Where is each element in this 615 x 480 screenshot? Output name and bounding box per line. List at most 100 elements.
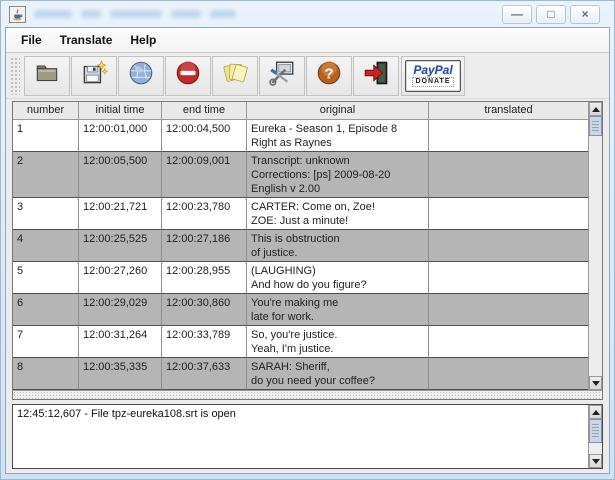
cell-translated[interactable] bbox=[429, 294, 588, 326]
scroll-down-button[interactable] bbox=[589, 454, 602, 468]
table-row[interactable]: 6 12:00:29,029 12:00:30,860 You're makin… bbox=[13, 294, 588, 326]
cell-initial-time[interactable]: 12:00:01,000 bbox=[79, 120, 162, 152]
cell-end-time[interactable]: 12:00:04,500 bbox=[162, 120, 247, 152]
cell-initial-time[interactable]: 12:00:31,264 bbox=[79, 326, 162, 358]
web-translate-button[interactable] bbox=[118, 55, 164, 96]
minimize-button[interactable]: — bbox=[502, 4, 532, 24]
paypal-logo: PayPal DONATE bbox=[405, 59, 461, 92]
cell-initial-time[interactable]: 12:00:35,335 bbox=[79, 358, 162, 390]
close-button[interactable]: × bbox=[570, 4, 600, 24]
cell-original[interactable]: So, you're justice. Yeah, I'm justice. bbox=[247, 326, 429, 358]
cell-original[interactable]: Eureka - Season 1, Episode 8 Right as Ra… bbox=[247, 120, 429, 152]
donate-text: DONATE bbox=[412, 77, 454, 87]
paypal-donate-button[interactable]: PayPal DONATE bbox=[401, 55, 465, 96]
app-window: — □ × File Translate Help ? PayPal DONAT… bbox=[0, 0, 615, 480]
cell-end-time[interactable]: 12:00:28,955 bbox=[162, 262, 247, 294]
cell-translated[interactable] bbox=[429, 198, 588, 230]
table-row[interactable]: 3 12:00:21,721 12:00:23,780 CARTER: Come… bbox=[13, 198, 588, 230]
titlebar[interactable]: — □ × bbox=[1, 1, 614, 27]
triangle-up-icon bbox=[591, 409, 600, 415]
settings-button[interactable] bbox=[259, 55, 305, 96]
table-row[interactable]: 8 12:00:35,335 12:00:37,633 SARAH: Sheri… bbox=[13, 358, 588, 390]
cell-number[interactable]: 4 bbox=[13, 230, 79, 262]
exit-door-icon bbox=[362, 59, 390, 92]
scrollbar-thumb[interactable] bbox=[589, 116, 602, 136]
status-log-text: 12:45:12,607 - File tpz-eureka108.srt is… bbox=[17, 408, 236, 420]
cell-number[interactable]: 2 bbox=[13, 152, 79, 198]
scroll-up-button[interactable] bbox=[589, 102, 602, 116]
notes-stack-icon bbox=[221, 59, 249, 92]
cell-end-time[interactable]: 12:00:23,780 bbox=[162, 198, 247, 230]
cell-initial-time[interactable]: 12:00:21,721 bbox=[79, 198, 162, 230]
col-header-initial-time[interactable]: initial time bbox=[79, 102, 162, 119]
toolbar: ? PayPal DONATE bbox=[6, 53, 609, 99]
col-header-end-time[interactable]: end time bbox=[162, 102, 247, 119]
maximize-button[interactable]: □ bbox=[536, 4, 566, 24]
cell-number[interactable]: 3 bbox=[13, 198, 79, 230]
java-app-icon bbox=[9, 5, 26, 23]
stop-icon bbox=[174, 59, 202, 92]
cell-translated[interactable] bbox=[429, 230, 588, 262]
cell-initial-time[interactable]: 12:00:29,029 bbox=[79, 294, 162, 326]
cell-translated[interactable] bbox=[429, 326, 588, 358]
cell-number[interactable]: 1 bbox=[13, 120, 79, 152]
tools-icon bbox=[268, 59, 296, 92]
cell-number[interactable]: 6 bbox=[13, 294, 79, 326]
menubar: File Translate Help bbox=[6, 28, 609, 53]
table-horizontal-scrollbar[interactable] bbox=[13, 390, 602, 399]
cell-number[interactable]: 8 bbox=[13, 358, 79, 390]
cell-original[interactable]: You're making me late for work. bbox=[247, 294, 429, 326]
cell-original[interactable]: (LAUGHING) And how do you figure? bbox=[247, 262, 429, 294]
scroll-up-button[interactable] bbox=[589, 405, 602, 419]
stop-button[interactable] bbox=[165, 55, 211, 96]
toolbar-drag-handle[interactable] bbox=[10, 56, 20, 95]
cell-translated[interactable] bbox=[429, 120, 588, 152]
save-as-button[interactable] bbox=[71, 55, 117, 96]
cell-initial-time[interactable]: 12:00:27,260 bbox=[79, 262, 162, 294]
notes-button[interactable] bbox=[212, 55, 258, 96]
table-row[interactable]: 4 12:00:25,525 12:00:27,186 This is obst… bbox=[13, 230, 588, 262]
table-row[interactable]: 2 12:00:05,500 12:00:09,001 Transcript: … bbox=[13, 152, 588, 198]
globe-icon bbox=[127, 59, 155, 92]
table-row[interactable]: 5 12:00:27,260 12:00:28,955 (LAUGHING) A… bbox=[13, 262, 588, 294]
log-vertical-scrollbar[interactable] bbox=[588, 405, 602, 468]
cell-end-time[interactable]: 12:00:09,001 bbox=[162, 152, 247, 198]
triangle-down-icon bbox=[591, 380, 600, 386]
exit-button[interactable] bbox=[353, 55, 399, 96]
help-button[interactable]: ? bbox=[306, 55, 352, 96]
cell-original[interactable]: SARAH: Sheriff, do you need your coffee? bbox=[247, 358, 429, 390]
cell-end-time[interactable]: 12:00:27,186 bbox=[162, 230, 247, 262]
cell-end-time[interactable]: 12:00:30,860 bbox=[162, 294, 247, 326]
table-row[interactable]: 1 12:00:01,000 12:00:04,500 Eureka - Sea… bbox=[13, 120, 588, 152]
window-title-blurred bbox=[34, 10, 236, 18]
floppy-sparkle-icon bbox=[80, 59, 109, 92]
cell-initial-time[interactable]: 12:00:05,500 bbox=[79, 152, 162, 198]
menu-file[interactable]: File bbox=[12, 30, 51, 50]
col-header-original[interactable]: original bbox=[247, 102, 429, 119]
scrollbar-track[interactable] bbox=[589, 136, 602, 376]
cell-initial-time[interactable]: 12:00:25,525 bbox=[79, 230, 162, 262]
table-vertical-scrollbar[interactable] bbox=[588, 102, 602, 390]
cell-number[interactable]: 5 bbox=[13, 262, 79, 294]
svg-text:?: ? bbox=[324, 65, 333, 82]
open-file-button[interactable] bbox=[24, 55, 70, 96]
menu-help[interactable]: Help bbox=[121, 30, 165, 50]
cell-end-time[interactable]: 12:00:33,789 bbox=[162, 326, 247, 358]
cell-original[interactable]: CARTER: Come on, Zoe! ZOE: Just a minute… bbox=[247, 198, 429, 230]
triangle-down-icon bbox=[591, 458, 600, 464]
cell-original[interactable]: This is obstruction of justice. bbox=[247, 230, 429, 262]
scrollbar-thumb[interactable] bbox=[589, 419, 602, 443]
menu-translate[interactable]: Translate bbox=[51, 30, 122, 50]
help-question-icon: ? bbox=[315, 59, 343, 92]
col-header-number[interactable]: number bbox=[13, 102, 79, 119]
table-row[interactable]: 7 12:00:31,264 12:00:33,789 So, you're j… bbox=[13, 326, 588, 358]
cell-translated[interactable] bbox=[429, 152, 588, 198]
scroll-down-button[interactable] bbox=[589, 376, 602, 390]
cell-translated[interactable] bbox=[429, 262, 588, 294]
scrollbar-track[interactable] bbox=[589, 443, 602, 454]
cell-original[interactable]: Transcript: unknown Corrections: [ps] 20… bbox=[247, 152, 429, 198]
cell-number[interactable]: 7 bbox=[13, 326, 79, 358]
cell-translated[interactable] bbox=[429, 358, 588, 390]
col-header-translated[interactable]: translated bbox=[429, 102, 588, 119]
cell-end-time[interactable]: 12:00:37,633 bbox=[162, 358, 247, 390]
